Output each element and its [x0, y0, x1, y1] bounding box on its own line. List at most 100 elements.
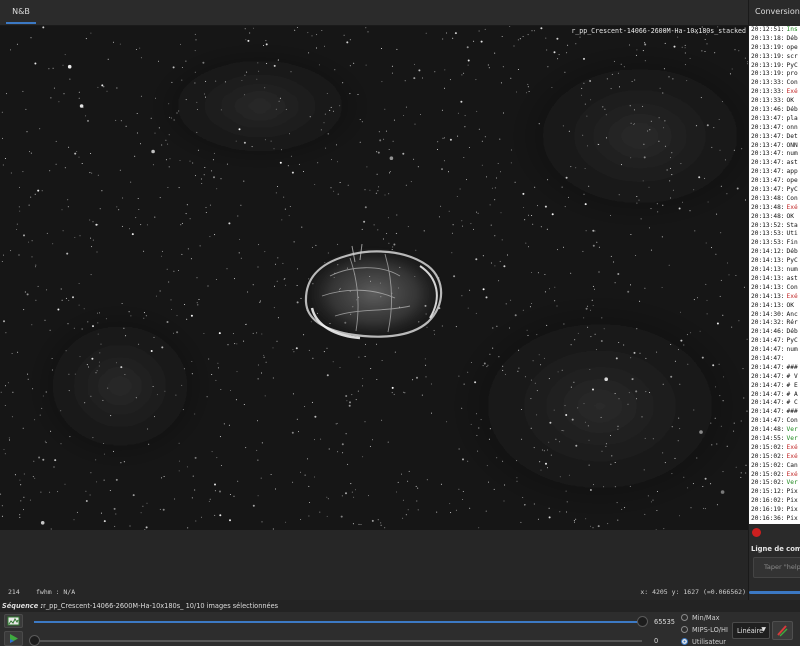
log-time: 20:15:12:: [751, 488, 785, 496]
low-value: 0: [654, 637, 659, 645]
log-message: Con: [786, 79, 798, 87]
log-message: # V: [786, 372, 798, 380]
high-threshold-slider[interactable]: [34, 621, 642, 623]
log-message: Fin: [786, 239, 798, 247]
log-line: 20:15:12: Pix: [751, 488, 800, 497]
log-message: Exé: [786, 470, 798, 478]
log-message: PyC: [786, 257, 798, 265]
log-message: app: [786, 168, 798, 176]
log-line: 20:14:13: PyC: [751, 257, 800, 266]
log-line: 20:13:53: Uti: [751, 230, 800, 239]
log-line: 20:14:47: # C: [751, 399, 800, 408]
log-line: 20:14:13: Con: [751, 284, 800, 293]
log-line: 20:14:47: PyC: [751, 337, 800, 346]
log-time: 20:13:19:: [751, 43, 785, 51]
radio-minmax-label: Min/Max: [692, 614, 720, 622]
log-message: Déb: [786, 328, 798, 336]
log-message: OK: [786, 97, 794, 105]
log-time: 20:14:13:: [751, 266, 785, 274]
log-time: 20:13:53:: [751, 239, 785, 247]
log-message: # A: [786, 390, 798, 398]
log-line: 20:13:47: ast: [751, 159, 800, 168]
log-line: 20:14:47: # V: [751, 373, 800, 382]
log-line: 20:16:36: Pix: [751, 515, 800, 524]
log-time: 20:15:02:: [751, 479, 785, 487]
log-message: ###: [786, 363, 798, 371]
image-tab-bar: N&B: [0, 0, 748, 26]
scale-select-value: Linéaire: [737, 627, 764, 635]
log-line: 20:14:13: OK: [751, 302, 800, 311]
log-line: 20:14:47: ###: [751, 364, 800, 373]
log-message: Uti: [786, 230, 798, 238]
log-message: ONN: [786, 141, 798, 149]
high-slider-handle[interactable]: [637, 616, 648, 627]
log-line: 20:13:19: PyC: [751, 62, 800, 71]
radio-mips[interactable]: MIPS-LO/HI: [681, 626, 728, 636]
log-time: 20:14:47:: [751, 381, 785, 389]
log-line: 20:14:13: ast: [751, 275, 800, 284]
display-controls: 65535 0 Min/Max MIPS-LO/HI Utilisateur L…: [0, 612, 800, 646]
tab-conversion[interactable]: Conversion: [755, 0, 800, 24]
command-line-label: Ligne de comma: [751, 545, 800, 553]
log-time: 20:13:47:: [751, 168, 785, 176]
image-viewer[interactable]: r_pp_Crescent-14066-2600M-Ha-10x180s_sta…: [0, 26, 748, 530]
command-input[interactable]: Taper "help": [753, 557, 800, 578]
right-panel: Conversion 20:12:51: Ins 20:13:18: Déb 20:13…: [748, 0, 800, 600]
radio-button-icon: [681, 626, 688, 633]
stop-record-icon[interactable]: [752, 528, 761, 537]
log-message: Ins: [786, 26, 798, 33]
log-line: 20:13:47: ONN: [751, 142, 800, 151]
log-time: 20:13:52:: [751, 221, 785, 229]
log-line: 20:15:02: Exé: [751, 471, 800, 480]
histogram-button[interactable]: [4, 614, 23, 628]
log-message: Exé: [786, 88, 798, 96]
log-message: num: [786, 150, 798, 158]
log-message: PyC: [786, 186, 798, 194]
scale-select[interactable]: Linéaire ▼: [732, 622, 770, 639]
log-time: 20:13:48:: [751, 203, 785, 211]
log-message: Can: [786, 461, 798, 469]
log-time: 20:16:19:: [751, 506, 785, 514]
log-message: Pix: [786, 488, 798, 496]
log-line: 20:13:18: Déb: [751, 35, 800, 44]
log-time: 20:14:47:: [751, 390, 785, 398]
log-time: 20:13:33:: [751, 79, 785, 87]
log-line: 20:12:51: Ins: [751, 26, 800, 35]
console-log[interactable]: 20:12:51: Ins 20:13:18: Déb 20:13:19: ope 20:1…: [749, 26, 800, 524]
play-button[interactable]: [4, 631, 23, 646]
log-time: 20:14:47:: [751, 354, 785, 362]
log-line: 20:13:19: scr: [751, 53, 800, 62]
horizontal-scrollbar[interactable]: [749, 591, 800, 594]
log-time: 20:14:47:: [751, 363, 785, 371]
color-button[interactable]: [772, 621, 793, 640]
log-message: scr: [786, 52, 798, 60]
log-time: 20:13:19:: [751, 52, 785, 60]
log-time: 20:14:30:: [751, 310, 785, 318]
log-time: 20:14:12:: [751, 248, 785, 256]
log-line: 20:13:47: num: [751, 150, 800, 159]
log-line: 20:14:47: Con: [751, 417, 800, 426]
log-time: 20:13:19:: [751, 70, 785, 78]
star-count: 214: [8, 588, 20, 596]
log-line: 20:14:47: num: [751, 346, 800, 355]
log-message: OK: [786, 212, 794, 220]
log-time: 20:14:13:: [751, 257, 785, 265]
log-message: Déb: [786, 106, 798, 114]
fwhm-readout: fwhm : N/A: [36, 588, 76, 596]
log-message: Ver: [786, 434, 798, 442]
log-message: Anc: [786, 310, 798, 318]
log-line: 20:14:46: Déb: [751, 328, 800, 337]
low-threshold-slider[interactable]: [34, 640, 642, 642]
log-line: 20:14:47: # E: [751, 382, 800, 391]
log-message: Exé: [786, 452, 798, 460]
log-line: 20:13:48: Exé: [751, 204, 800, 213]
log-line: 20:13:33: Exé: [751, 88, 800, 97]
sequence-label: Séquence :: [2, 602, 44, 610]
low-slider-handle[interactable]: [29, 635, 40, 646]
radio-minmax[interactable]: Min/Max: [681, 614, 720, 624]
log-line: 20:14:47: # A: [751, 391, 800, 400]
log-time: 20:14:47:: [751, 337, 785, 345]
radio-user[interactable]: Utilisateur: [681, 638, 726, 646]
log-time: 20:14:48:: [751, 426, 785, 434]
tab-nb[interactable]: N&B: [6, 0, 36, 24]
